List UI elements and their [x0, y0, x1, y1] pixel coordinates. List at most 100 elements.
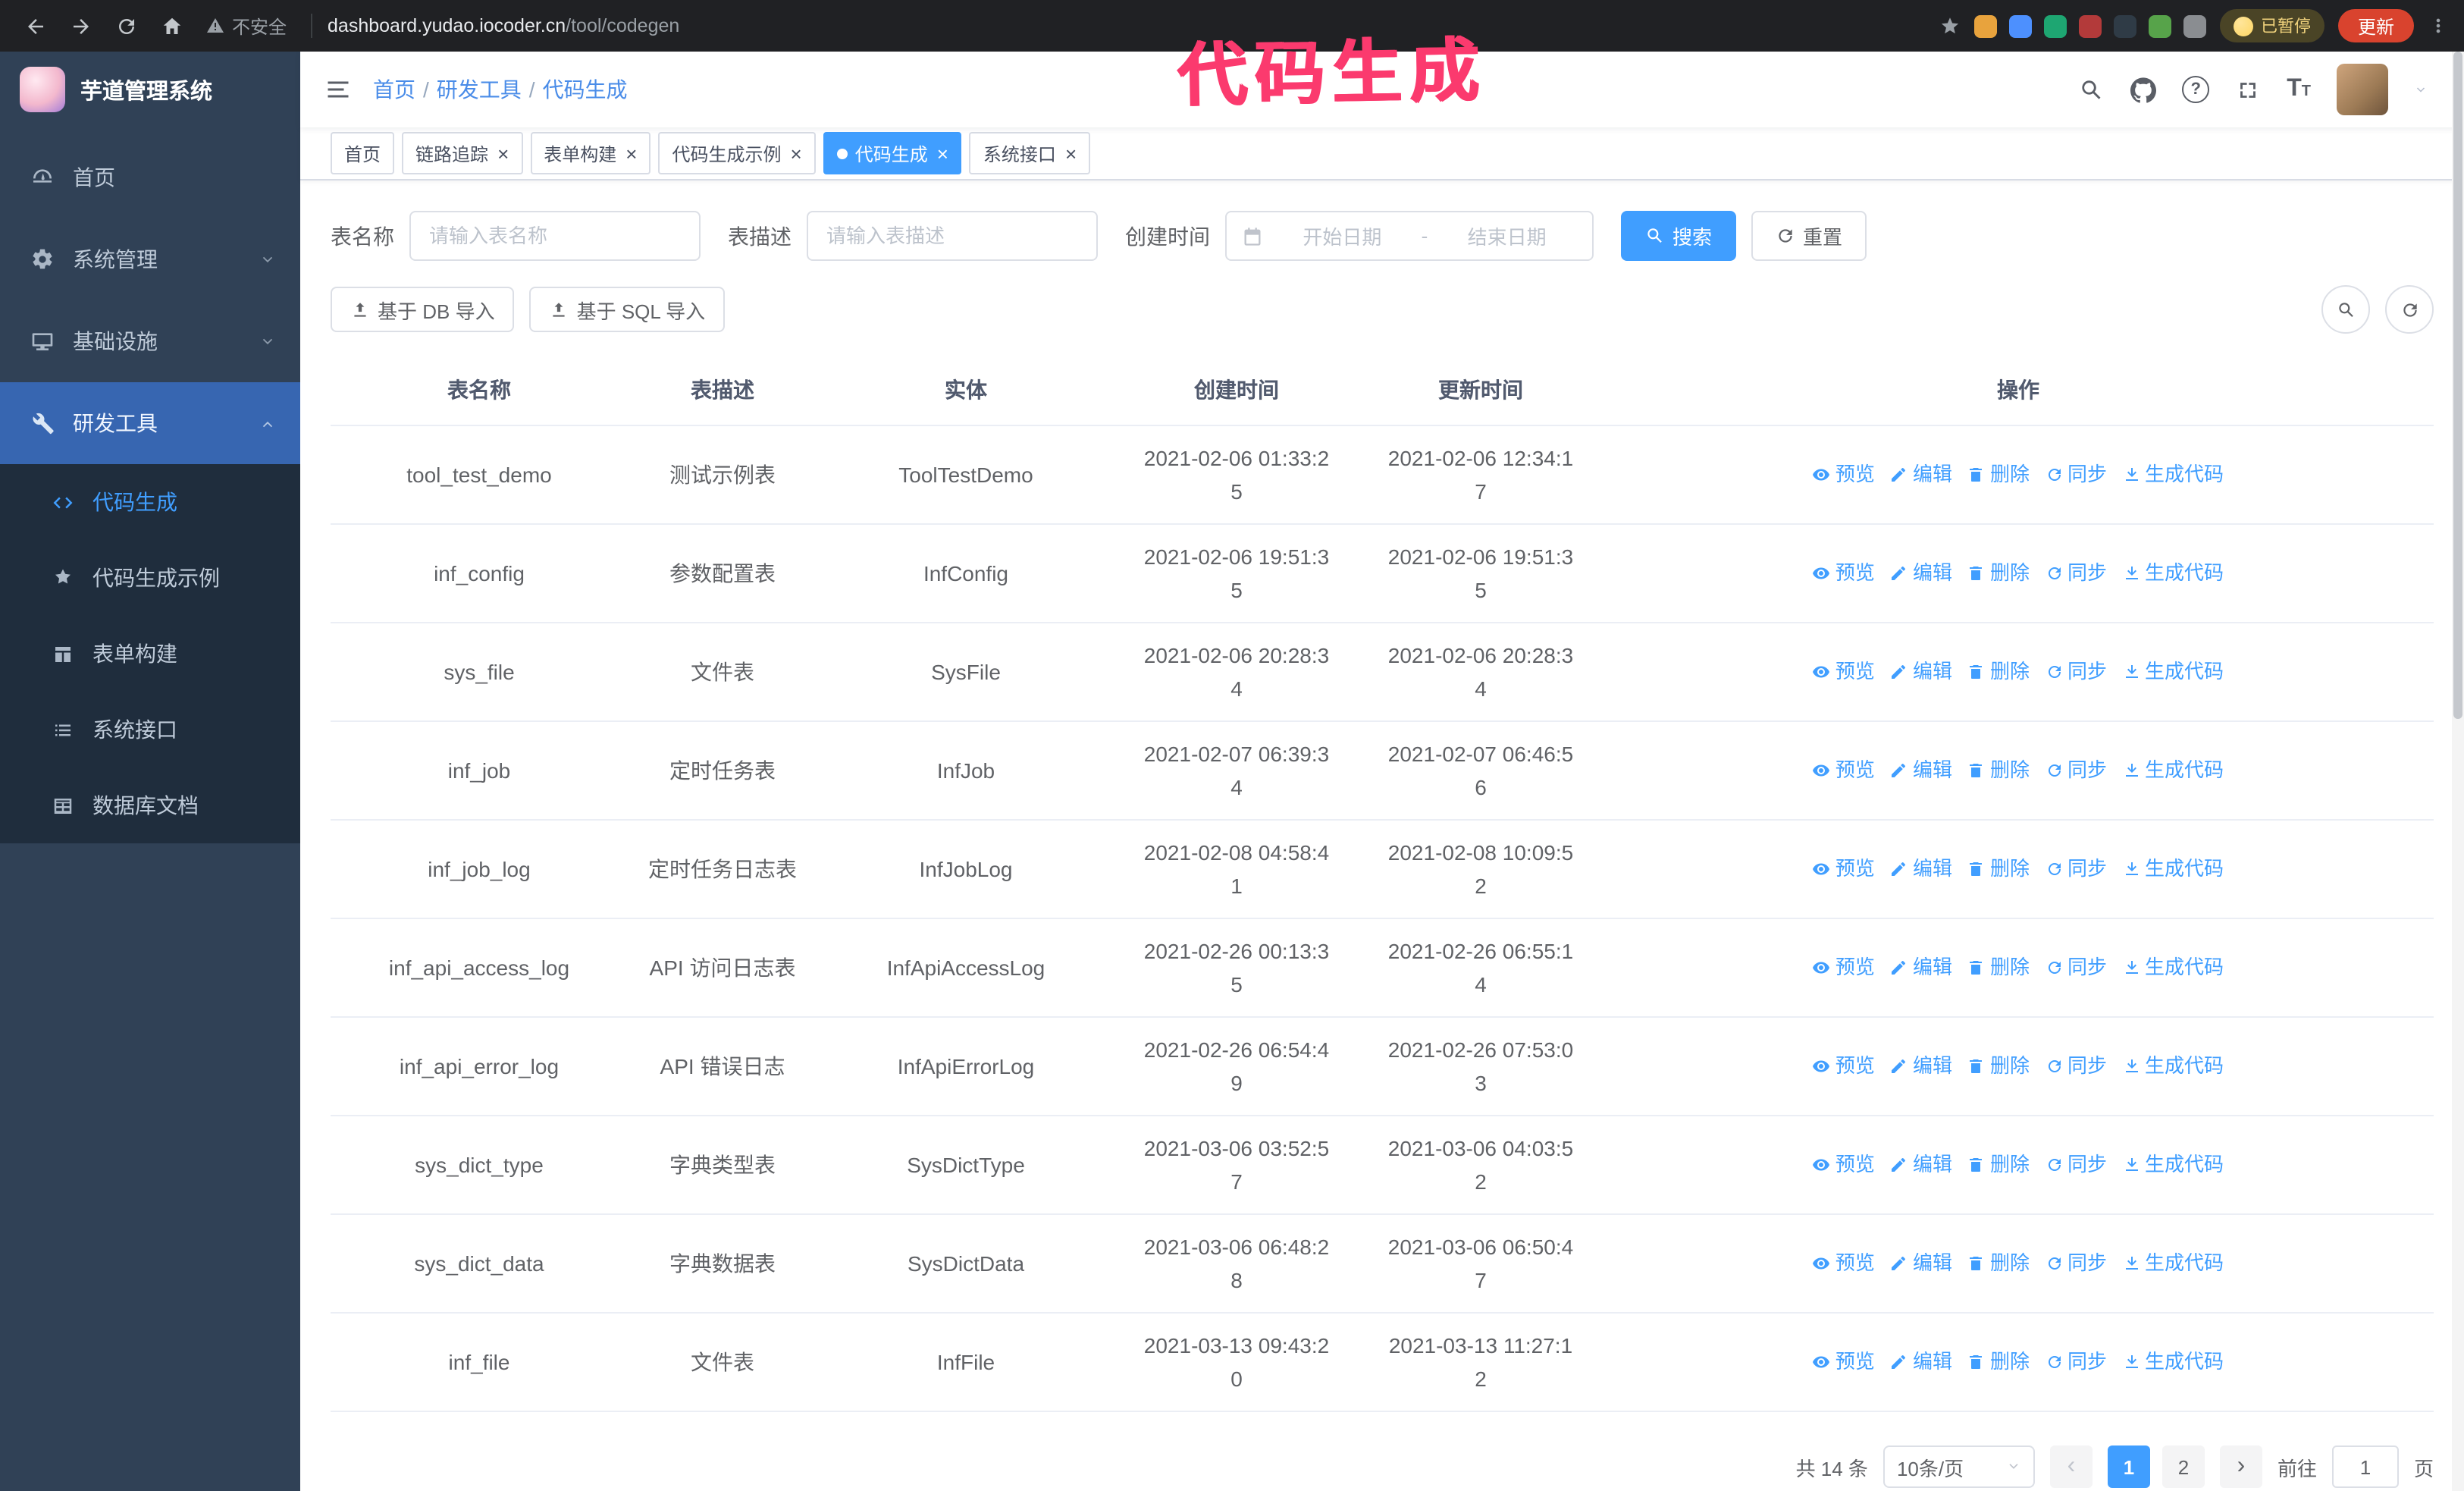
sidebar-item-infrastructure[interactable]: 基础设施 [0, 300, 300, 382]
action-edit[interactable]: 编辑 [1890, 1049, 1952, 1082]
action-delete[interactable]: 删除 [1967, 457, 2030, 491]
action-edit[interactable]: 编辑 [1890, 1345, 1952, 1378]
action-edit[interactable]: 编辑 [1890, 1147, 1952, 1181]
action-preview[interactable]: 预览 [1813, 1049, 1875, 1082]
breadcrumb-item[interactable]: 研发工具 [437, 74, 522, 105]
refresh-table-button[interactable] [2385, 285, 2434, 334]
action-preview[interactable]: 预览 [1813, 654, 1875, 688]
extension-icon[interactable] [2183, 14, 2206, 37]
sidebar-item-codegen[interactable]: 代码生成 [0, 464, 300, 540]
table-desc-input[interactable] [807, 211, 1098, 261]
breadcrumb-item[interactable]: 首页 [373, 74, 415, 105]
page-button-1[interactable]: 1 [2107, 1445, 2150, 1488]
table-name-input[interactable] [409, 211, 701, 261]
action-preview[interactable]: 预览 [1813, 1246, 1875, 1279]
action-edit[interactable]: 编辑 [1890, 457, 1952, 491]
action-generate[interactable]: 生成代码 [2122, 457, 2224, 491]
address-bar[interactable]: dashboard.yudao.iocoder.cn/tool/codegen [328, 15, 679, 36]
page-scrollbar[interactable] [2452, 52, 2464, 1491]
sidebar-item-system[interactable]: 系统管理 [0, 218, 300, 300]
header-search-icon[interactable] [2079, 77, 2105, 102]
action-preview[interactable]: 预览 [1813, 753, 1875, 786]
extension-icon[interactable] [2078, 14, 2102, 37]
action-generate[interactable]: 生成代码 [2122, 1049, 2224, 1082]
goto-page-input[interactable] [2331, 1445, 2399, 1488]
action-generate[interactable]: 生成代码 [2122, 950, 2224, 984]
home-button[interactable] [152, 6, 191, 46]
sidebar-toggle-icon[interactable] [324, 76, 352, 103]
app-logo[interactable]: 芋道管理系统 [0, 52, 300, 127]
extension-icon[interactable] [2113, 14, 2136, 37]
action-generate[interactable]: 生成代码 [2122, 654, 2224, 688]
action-delete[interactable]: 删除 [1967, 1147, 2030, 1181]
action-preview[interactable]: 预览 [1813, 556, 1875, 589]
action-preview[interactable]: 预览 [1813, 457, 1875, 491]
tab-1[interactable]: 链路追踪 × [402, 132, 523, 174]
breadcrumb-item[interactable]: 代码生成 [543, 74, 628, 105]
tab-close-icon[interactable]: × [497, 143, 509, 163]
action-generate[interactable]: 生成代码 [2122, 1147, 2224, 1181]
import-sql-button[interactable]: 基于 SQL 导入 [529, 287, 726, 332]
action-preview[interactable]: 预览 [1813, 852, 1875, 885]
font-size-icon[interactable]: TT [2287, 76, 2311, 103]
action-delete[interactable]: 删除 [1967, 753, 2030, 786]
user-avatar[interactable] [2337, 64, 2388, 115]
action-delete[interactable]: 删除 [1967, 556, 2030, 589]
sidebar-item-home[interactable]: 首页 [0, 137, 300, 218]
action-edit[interactable]: 编辑 [1890, 654, 1952, 688]
tab-4[interactable]: 代码生成 × [823, 132, 962, 174]
github-icon[interactable] [2130, 77, 2157, 102]
action-generate[interactable]: 生成代码 [2122, 556, 2224, 589]
sidebar-item-system-api[interactable]: 系统接口 [0, 692, 300, 767]
tab-3[interactable]: 代码生成示例 × [658, 132, 816, 174]
search-button[interactable]: 搜索 [1621, 211, 1737, 261]
extension-icon[interactable] [2148, 14, 2171, 37]
extension-icon[interactable] [1973, 14, 1997, 37]
sidebar-item-codegen-example[interactable]: 代码生成示例 [0, 540, 300, 616]
user-menu-caret-icon[interactable] [2414, 83, 2428, 96]
action-sync[interactable]: 同步 [2045, 654, 2107, 688]
action-sync[interactable]: 同步 [2045, 753, 2107, 786]
action-delete[interactable]: 删除 [1967, 1246, 2030, 1279]
action-sync[interactable]: 同步 [2045, 852, 2107, 885]
tab-close-icon[interactable]: × [791, 143, 802, 163]
action-preview[interactable]: 预览 [1813, 950, 1875, 984]
back-button[interactable] [15, 6, 55, 46]
action-sync[interactable]: 同步 [2045, 1345, 2107, 1378]
toggle-search-button[interactable] [2321, 285, 2370, 334]
action-sync[interactable]: 同步 [2045, 1049, 2107, 1082]
action-generate[interactable]: 生成代码 [2122, 1345, 2224, 1378]
action-edit[interactable]: 编辑 [1890, 556, 1952, 589]
extension-icon[interactable] [2008, 14, 2032, 37]
action-delete[interactable]: 删除 [1967, 1345, 2030, 1378]
next-page-button[interactable]: › [2219, 1445, 2262, 1488]
reset-button[interactable]: 重置 [1751, 211, 1867, 261]
action-generate[interactable]: 生成代码 [2122, 1246, 2224, 1279]
scrollbar-thumb[interactable] [2453, 52, 2462, 719]
action-generate[interactable]: 生成代码 [2122, 852, 2224, 885]
action-sync[interactable]: 同步 [2045, 1246, 2107, 1279]
page-button-2[interactable]: 2 [2161, 1445, 2205, 1488]
update-button[interactable]: 更新 [2337, 9, 2414, 42]
paused-badge[interactable]: 已暂停 [2219, 9, 2324, 42]
action-sync[interactable]: 同步 [2045, 556, 2107, 589]
action-edit[interactable]: 编辑 [1890, 950, 1952, 984]
page-size-select[interactable]: 10条/页 [1882, 1445, 2035, 1488]
help-icon[interactable]: ? [2182, 76, 2210, 103]
tab-0[interactable]: 首页 [331, 132, 395, 174]
action-preview[interactable]: 预览 [1813, 1147, 1875, 1181]
action-delete[interactable]: 删除 [1967, 852, 2030, 885]
reload-button[interactable] [106, 6, 146, 46]
tab-close-icon[interactable]: × [937, 143, 948, 163]
prev-page-button[interactable]: ‹ [2049, 1445, 2093, 1488]
action-sync[interactable]: 同步 [2045, 950, 2107, 984]
tab-5[interactable]: 系统接口 × [969, 132, 1091, 174]
tab-2[interactable]: 表单构建 × [530, 132, 651, 174]
action-delete[interactable]: 删除 [1967, 654, 2030, 688]
extension-icon[interactable] [2043, 14, 2067, 37]
action-delete[interactable]: 删除 [1967, 1049, 2030, 1082]
action-sync[interactable]: 同步 [2045, 457, 2107, 491]
fullscreen-icon[interactable] [2235, 77, 2261, 102]
action-edit[interactable]: 编辑 [1890, 753, 1952, 786]
import-db-button[interactable]: 基于 DB 导入 [331, 287, 515, 332]
